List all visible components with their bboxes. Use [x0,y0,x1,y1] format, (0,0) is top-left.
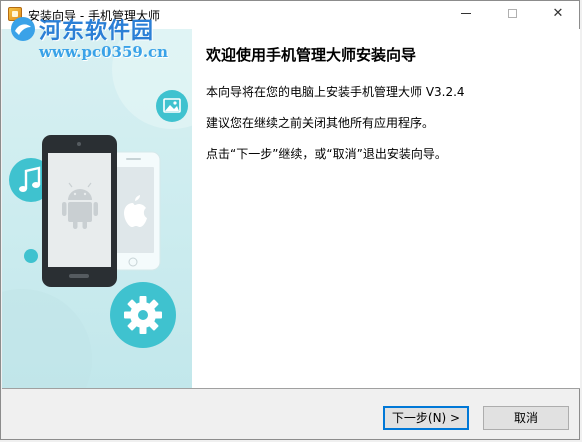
android-phone-illustration [42,135,117,287]
cancel-button[interactable]: 取消 [483,406,569,430]
banner-illustration [2,29,192,388]
minimize-icon [461,13,471,14]
dot-decoration [24,249,38,263]
app-icon [8,7,22,21]
window-title: 安装向导 - 手机管理大师 [28,9,160,23]
maximize-icon [507,9,517,18]
maximize-button[interactable] [489,1,535,29]
installer-window: 安装向导 - 手机管理大师 ✕ 欢迎使用手机管理大师安装向导 本向导将在您的电脑… [0,0,580,440]
next-button[interactable]: 下一步(N) > [383,406,469,430]
footer-divider [2,388,580,389]
welcome-heading: 欢迎使用手机管理大师安装向导 [206,46,417,64]
close-icon: ✕ [552,6,564,21]
close-button[interactable]: ✕ [535,1,581,29]
navigation-instructions: 点击“下一步”继续，或“取消”退出安装向导。 [206,147,447,161]
welcome-content: 欢迎使用手机管理大师安装向导 本向导将在您的电脑上安装手机管理大师 V3.2.4… [192,29,580,388]
image-icon [156,90,188,122]
install-description: 本向导将在您的电脑上安装手机管理大师 V3.2.4 [206,85,465,99]
close-apps-advice: 建议您在继续之前关闭其他所有应用程序。 [206,116,435,130]
title-bar[interactable]: 安装向导 - 手机管理大师 ✕ [1,1,579,29]
welcome-banner [2,29,192,388]
minimize-button[interactable] [443,1,489,29]
gear-icon [110,282,176,348]
